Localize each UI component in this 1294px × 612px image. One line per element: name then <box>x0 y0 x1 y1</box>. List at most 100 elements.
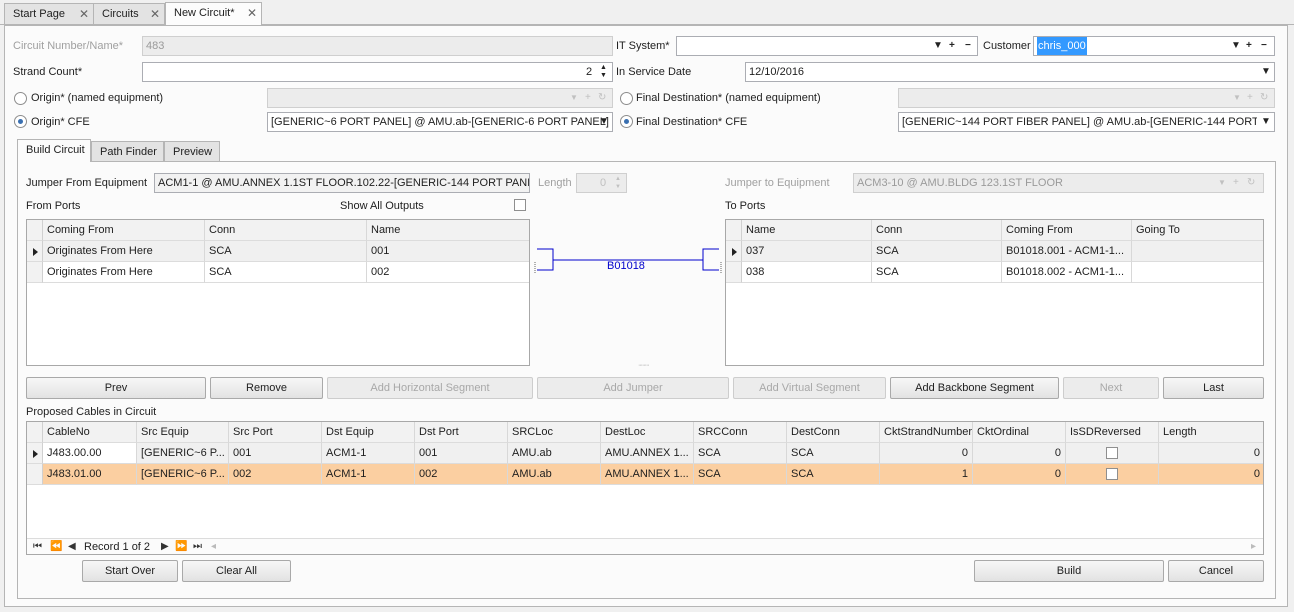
close-icon[interactable]: ✕ <box>150 4 160 24</box>
table-cell[interactable]: 0 <box>973 464 1066 485</box>
table-cell[interactable]: B01018.002 - ACM1-1... <box>1002 262 1132 283</box>
add-horizontal-segment-button[interactable]: Add Horizontal Segment <box>327 377 533 399</box>
column-header[interactable]: IsSDReversed <box>1066 422 1159 443</box>
column-header[interactable]: Src Equip <box>137 422 229 443</box>
start-over-button[interactable]: Start Over <box>82 560 178 582</box>
is-sd-reversed-checkbox[interactable] <box>1106 447 1118 459</box>
add-icon[interactable]: + <box>1246 37 1252 55</box>
is-sd-reversed-checkbox[interactable] <box>1106 468 1118 480</box>
table-cell[interactable]: SCA <box>694 464 787 485</box>
prev-button[interactable]: Prev <box>26 377 206 399</box>
tab-new-circuit[interactable]: New Circuit* ✕ <box>165 2 262 25</box>
table-cell[interactable]: 0 <box>1159 443 1263 464</box>
from-ports-grid[interactable]: Coming From Conn Name Originates From He… <box>26 219 530 366</box>
column-header[interactable]: CktOrdinal <box>973 422 1066 443</box>
column-header[interactable]: Name <box>742 220 872 241</box>
column-header[interactable]: SRCConn <box>694 422 787 443</box>
next-button[interactable]: Next <box>1063 377 1159 399</box>
scroll-right-icon[interactable]: ▸ <box>1251 541 1256 552</box>
table-cell[interactable]: 0 <box>1159 464 1263 485</box>
table-cell[interactable]: [GENERIC~6 P... <box>137 464 229 485</box>
tab-start-page[interactable]: Start Page ✕ <box>4 3 94 24</box>
table-cell[interactable]: AMU.ab <box>508 464 601 485</box>
column-header[interactable]: Going To <box>1132 220 1263 241</box>
chevron-down-icon[interactable]: ▼ <box>1261 63 1271 81</box>
remove-button[interactable]: Remove <box>210 377 323 399</box>
table-cell[interactable]: 002 <box>229 464 322 485</box>
prev-page-icon[interactable]: ⏪ <box>50 541 62 552</box>
strand-count-stepper[interactable]: 2 ▲ ▼ <box>142 62 613 82</box>
column-header[interactable]: SRCLoc <box>508 422 601 443</box>
column-header[interactable]: Coming From <box>43 220 205 241</box>
next-record-icon[interactable]: ▶ <box>161 541 169 552</box>
chevron-down-icon[interactable]: ▼ <box>1231 37 1241 55</box>
table-cell[interactable]: B01018.001 - ACM1-1... <box>1002 241 1132 262</box>
table-cell[interactable]: 001 <box>367 241 529 262</box>
table-cell[interactable]: SCA <box>872 241 1002 262</box>
to-ports-grid[interactable]: Name Conn Coming From Going To 037 SCA B… <box>725 219 1264 366</box>
scroll-left-icon[interactable]: ◂ <box>211 541 216 552</box>
last-button[interactable]: Last <box>1163 377 1264 399</box>
column-header[interactable]: DestLoc <box>601 422 694 443</box>
show-all-outputs-checkbox[interactable] <box>514 199 526 211</box>
it-system-dropdown[interactable]: ▼ + − <box>676 36 978 56</box>
add-jumper-button[interactable]: Add Jumper <box>537 377 729 399</box>
remove-icon[interactable]: − <box>1261 37 1267 55</box>
close-icon[interactable]: ✕ <box>79 4 89 24</box>
column-header[interactable]: Dst Equip <box>322 422 415 443</box>
table-cell[interactable] <box>1132 241 1263 262</box>
table-cell[interactable]: 001 <box>229 443 322 464</box>
column-header[interactable]: DestConn <box>787 422 880 443</box>
build-button[interactable]: Build <box>974 560 1164 582</box>
tab-path-finder[interactable]: Path Finder <box>91 141 164 162</box>
service-date-picker[interactable]: 12/10/2016 ▼ <box>745 62 1275 82</box>
prev-record-icon[interactable]: ◀ <box>68 541 76 552</box>
first-record-icon[interactable]: ⏮ <box>33 541 42 552</box>
splitter-grip[interactable]: ········ <box>638 362 650 369</box>
origin-cfe-radio[interactable] <box>14 115 27 128</box>
column-header[interactable]: Src Port <box>229 422 322 443</box>
table-cell[interactable]: SCA <box>787 443 880 464</box>
table-cell[interactable] <box>1132 262 1263 283</box>
table-cell[interactable]: [GENERIC~6 P... <box>137 443 229 464</box>
tab-circuits[interactable]: Circuits ✕ <box>93 3 165 24</box>
table-cell[interactable]: SCA <box>872 262 1002 283</box>
table-cell[interactable]: 0 <box>973 443 1066 464</box>
table-cell[interactable]: SCA <box>694 443 787 464</box>
chevron-down-icon[interactable]: ▼ <box>1261 113 1271 131</box>
last-record-icon[interactable]: ⏭ <box>193 541 202 552</box>
final-cfe-radio[interactable] <box>620 115 633 128</box>
table-cell[interactable]: 038 <box>742 262 872 283</box>
table-cell[interactable]: ACM1-1 <box>322 443 415 464</box>
table-cell[interactable]: J483.01.00 <box>43 464 137 485</box>
column-header[interactable]: Length <box>1159 422 1263 443</box>
final-cfe-dropdown[interactable]: [GENERIC~144 PORT FIBER PANEL] @ AMU.ab-… <box>898 112 1275 132</box>
table-cell[interactable]: AMU.ab <box>508 443 601 464</box>
table-cell[interactable]: J483.00.00 <box>43 443 137 464</box>
table-cell[interactable]: 0 <box>880 443 973 464</box>
column-header[interactable]: CableNo <box>43 422 137 443</box>
remove-icon[interactable]: − <box>965 37 971 55</box>
chevron-down-icon[interactable]: ▼ <box>933 37 943 55</box>
table-cell[interactable]: Originates From Here <box>43 241 205 262</box>
add-backbone-segment-button[interactable]: Add Backbone Segment <box>890 377 1059 399</box>
next-page-icon[interactable]: ⏩ <box>175 541 187 552</box>
spin-up-down-icon[interactable]: ▲ ▼ <box>600 64 607 81</box>
table-cell[interactable]: 1 <box>880 464 973 485</box>
cancel-button[interactable]: Cancel <box>1168 560 1264 582</box>
column-header[interactable]: CktStrandNumber <box>880 422 973 443</box>
table-cell[interactable]: SCA <box>205 241 367 262</box>
connector-label[interactable]: B01018 <box>607 260 645 272</box>
add-virtual-segment-button[interactable]: Add Virtual Segment <box>733 377 886 399</box>
table-cell[interactable]: AMU.ANNEX 1... <box>601 464 694 485</box>
table-cell[interactable]: AMU.ANNEX 1... <box>601 443 694 464</box>
table-cell[interactable]: 002 <box>415 464 508 485</box>
chevron-down-icon[interactable]: ▼ <box>599 113 609 131</box>
table-cell[interactable]: Originates From Here <box>43 262 205 283</box>
table-cell[interactable]: 001 <box>415 443 508 464</box>
tab-preview[interactable]: Preview <box>164 141 220 162</box>
column-header[interactable]: Conn <box>872 220 1002 241</box>
final-named-radio[interactable] <box>620 92 633 105</box>
customer-dropdown[interactable]: chris_000 ▼ + − <box>1033 36 1275 56</box>
table-cell[interactable]: SCA <box>205 262 367 283</box>
